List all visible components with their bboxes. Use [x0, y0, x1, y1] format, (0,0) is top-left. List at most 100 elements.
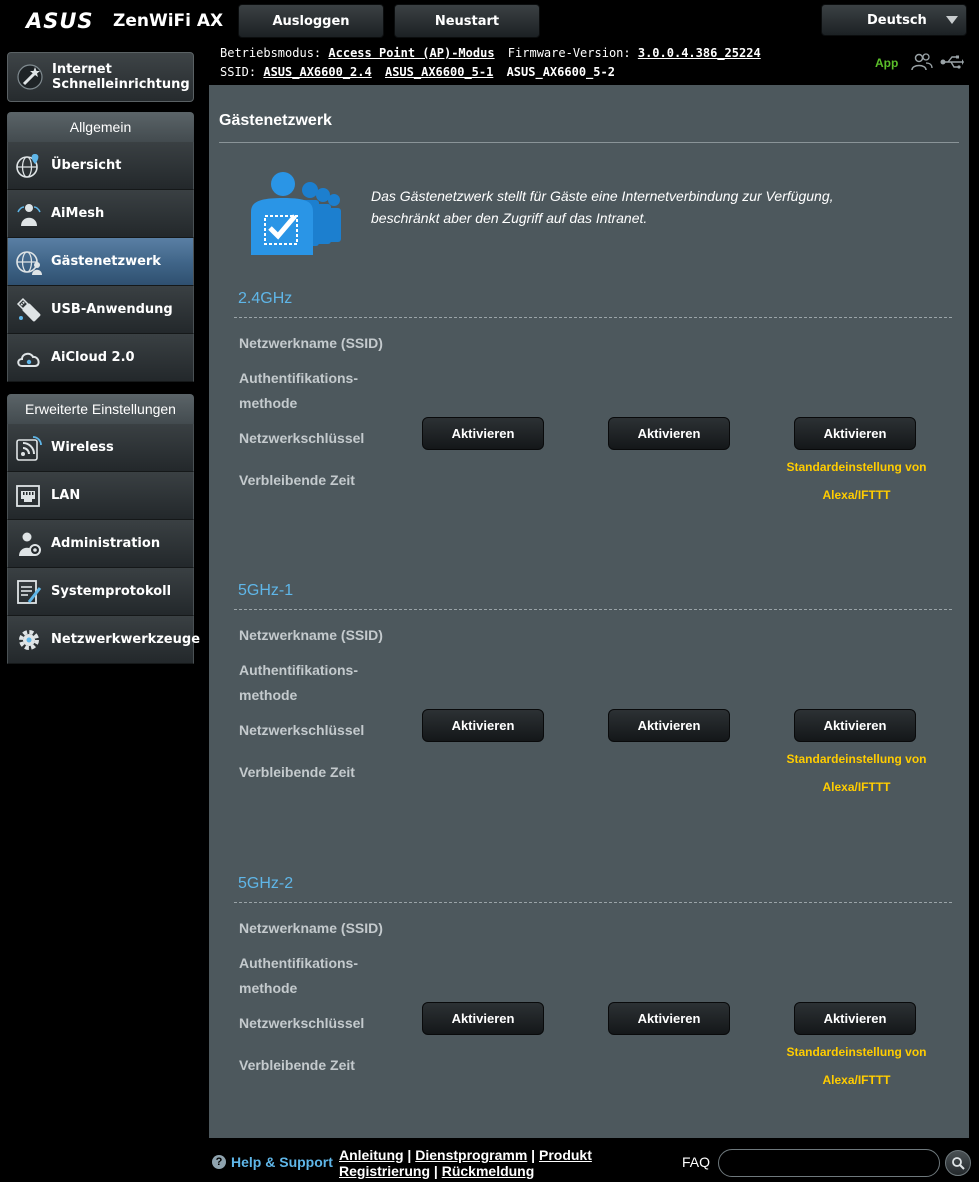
remaining-time-label: Verbleibende Zeit: [239, 764, 355, 780]
footer-link-registration[interactable]: Registrierung: [339, 1163, 430, 1179]
page-title: Gästenetzwerk: [219, 112, 332, 129]
top-bar: ASUS ZenWiFi AX Ausloggen Neustart Deuts…: [0, 0, 979, 42]
section-heading-advanced: Erweiterte Einstellungen: [7, 394, 194, 424]
sidebar-item-system-log[interactable]: Systemprotokoll: [7, 568, 194, 616]
band-section-5ghz-1: 5GHz-1 Netzwerkname (SSID) Authentifikat…: [209, 577, 969, 847]
users-icon[interactable]: [911, 53, 933, 71]
language-select[interactable]: Deutsch: [821, 4, 967, 36]
sidebar-item-label: Gästenetzwerk: [51, 254, 161, 269]
network-key-label: Netzwerkschlüssel: [239, 430, 365, 446]
sidebar-item-guest-network[interactable]: Gästenetzwerk: [7, 238, 194, 286]
sidebar-item-aicloud[interactable]: AiCloud 2.0: [7, 334, 194, 382]
sidebar-item-usb-application[interactable]: USB-Anwendung: [7, 286, 194, 334]
firmware-label: Firmware-Version:: [507, 46, 631, 60]
ssid-label: Netzwerkname (SSID): [239, 627, 383, 643]
logout-button[interactable]: Ausloggen: [238, 4, 384, 38]
activate-button[interactable]: Aktivieren: [794, 1002, 916, 1035]
faq-search-input[interactable]: [718, 1149, 940, 1177]
app-link[interactable]: App: [875, 56, 898, 70]
band-title: 5GHz-2: [238, 875, 294, 892]
quick-internet-setup-button[interactable]: Internet Schnelleinrichtung: [7, 52, 194, 102]
sidebar-item-administration[interactable]: Administration: [7, 520, 194, 568]
activate-button[interactable]: Aktivieren: [422, 417, 544, 450]
search-button[interactable]: [945, 1150, 971, 1176]
asus-logo: ASUS: [26, 9, 94, 33]
ssid-link-5-1[interactable]: ASUS_AX6600_5-1: [385, 65, 493, 79]
sidebar-item-label: USB-Anwendung: [51, 302, 173, 317]
wireless-icon: [16, 435, 42, 461]
status-line-mode: Betriebsmodus: Access Point (AP)-Modus F…: [220, 46, 767, 60]
help-support[interactable]: ? Help & Support: [212, 1154, 333, 1170]
network-key-label: Netzwerkschlüssel: [239, 722, 365, 738]
mode-link[interactable]: Access Point (AP)-Modus: [328, 46, 494, 60]
auth-method-label: Authentifikations- methode: [239, 370, 358, 411]
network-key-label: Netzwerkschlüssel: [239, 1015, 365, 1031]
cloud-icon: [17, 352, 40, 367]
language-value: Deutsch: [867, 12, 927, 28]
activate-button[interactable]: Aktivieren: [794, 417, 916, 450]
activate-button[interactable]: Aktivieren: [422, 1002, 544, 1035]
sidebar-item-aimesh[interactable]: AiMesh: [7, 190, 194, 238]
sidebar-item-label: Administration: [51, 536, 161, 551]
auth-method-label: Authentifikations- methode: [239, 662, 358, 703]
usb-icon[interactable]: [940, 55, 964, 69]
band-title: 2.4GHz: [238, 290, 293, 307]
activate-button[interactable]: Aktivieren: [608, 417, 730, 450]
activate-button[interactable]: Aktivieren: [422, 709, 544, 742]
help-support-label: Help & Support: [231, 1154, 333, 1170]
log-icon: [17, 579, 42, 604]
lan-icon: [16, 484, 40, 507]
guest-network-icon: [16, 250, 42, 275]
band-divider: [234, 902, 952, 903]
activate-button[interactable]: Aktivieren: [794, 709, 916, 742]
network-map-icon: [16, 153, 39, 178]
ssid-label: Netzwerkname (SSID): [239, 335, 383, 351]
title-divider: [219, 142, 959, 143]
remaining-time-label: Verbleibende Zeit: [239, 1057, 355, 1073]
band-section-5ghz-2: 5GHz-2 Netzwerkname (SSID) Authentifikat…: [209, 870, 969, 1140]
reboot-button[interactable]: Neustart: [394, 4, 540, 38]
tools-icon: [19, 629, 39, 650]
sidebar-item-label: LAN: [51, 488, 81, 503]
remaining-time-label: Verbleibende Zeit: [239, 472, 355, 488]
section-heading-general: Allgemein: [7, 112, 194, 142]
activate-button[interactable]: Aktivieren: [608, 709, 730, 742]
alexa-default-note: Standardeinstellung von Alexa/IFTTT: [786, 752, 927, 794]
band-divider: [234, 317, 952, 318]
help-icon: ?: [212, 1155, 226, 1169]
usb-app-icon: [16, 297, 41, 321]
sidebar-item-network-tools[interactable]: Netzwerkwerkzeuge: [7, 616, 200, 664]
quick-setup-line2: Schnelleinrichtung: [52, 77, 190, 92]
sidebar-item-label: Systemprotokoll: [51, 584, 172, 599]
ssid-link-5-2[interactable]: ASUS_AX6600_5-2: [507, 65, 615, 79]
sidebar-item-overview[interactable]: Übersicht: [7, 142, 194, 190]
footer-link-utility[interactable]: Dienstprogramm: [415, 1147, 527, 1163]
alexa-default-note: Standardeinstellung von Alexa/IFTTT: [786, 460, 927, 502]
advanced-menu: Wireless LAN Administration Systemprotok…: [7, 424, 200, 664]
band-section-24ghz: 2.4GHz Netzwerkname (SSID) Authentifikat…: [209, 285, 969, 555]
sidebar-item-wireless[interactable]: Wireless: [7, 424, 194, 472]
sidebar-item-label: Netzwerkwerkzeuge: [51, 632, 201, 647]
footer-link-product[interactable]: Produkt: [539, 1147, 592, 1163]
intro-text: Das Gästenetzwerk stellt für Gäste eine …: [371, 188, 834, 226]
guest-network-illustration-icon: [251, 172, 341, 255]
footer-links: Anleitung | Dienstprogramm | Produkt Reg…: [339, 1147, 592, 1179]
sidebar-item-lan[interactable]: LAN: [7, 472, 194, 520]
footer-link-manual[interactable]: Anleitung: [339, 1147, 404, 1163]
search-icon: [952, 1157, 965, 1170]
admin-icon: [19, 532, 41, 556]
band-title: 5GHz-1: [238, 582, 294, 599]
main-panel: Gästenetzwerk Das Gästenetzwerk stellt f…: [209, 85, 969, 1138]
sidebar-item-label: AiCloud 2.0: [51, 350, 135, 365]
ssid-link-24[interactable]: ASUS_AX6600_2.4: [263, 65, 371, 79]
footer-link-feedback[interactable]: Rückmeldung: [442, 1163, 535, 1179]
ssid-label: SSID:: [220, 65, 257, 79]
faq-label: FAQ: [682, 1154, 711, 1170]
aimesh-icon: [17, 203, 41, 226]
sidebar-item-label: Wireless: [51, 440, 114, 455]
firmware-link[interactable]: 3.0.0.4.386_25224: [638, 46, 761, 60]
general-menu: Übersicht AiMesh Gästenetzwerk USB-Anwen…: [7, 142, 194, 382]
activate-button[interactable]: Aktivieren: [608, 1002, 730, 1035]
auth-method-label: Authentifikations- methode: [239, 955, 358, 996]
status-line-ssid: SSID: ASUS_AX6600_2.4 ASUS_AX6600_5-1 AS…: [220, 65, 621, 79]
